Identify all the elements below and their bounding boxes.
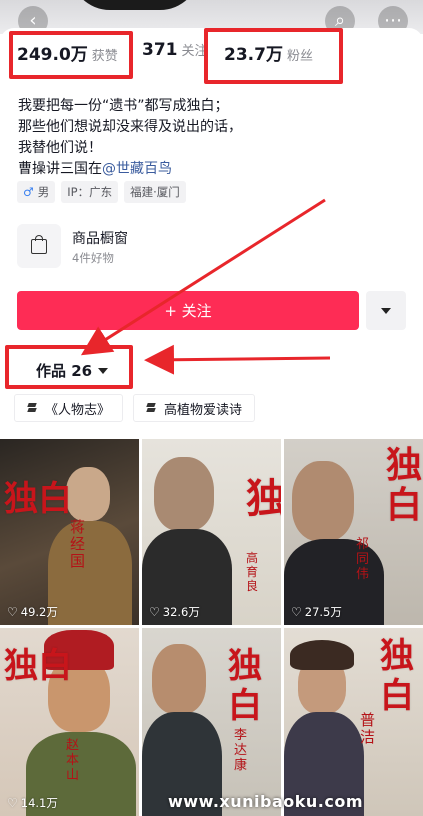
video-title-art: 独白 xyxy=(4,479,72,519)
follow-dropdown-button[interactable] xyxy=(366,291,406,330)
collection-chip[interactable]: 高植物爱读诗 xyxy=(133,394,256,422)
video-title-art: 独白 xyxy=(228,646,262,726)
works-highlight-box xyxy=(5,345,133,389)
bio-line-2: 那些他们想说却没来得及说出的话， xyxy=(18,119,242,135)
video-name-art: 祁同伟 xyxy=(356,537,370,582)
banner-image xyxy=(70,0,200,10)
chevron-down-icon xyxy=(381,307,391,314)
video-thumbnail[interactable]: 独白 祁同伟 ♡ 27.5万 xyxy=(284,439,423,625)
video-name-art: 李达康 xyxy=(234,728,248,773)
profile-tags: ♂ 男 IP：广东 福建·厦门 xyxy=(17,181,186,203)
video-title-art: 独白 xyxy=(386,444,423,526)
layers-icon xyxy=(27,402,39,414)
location-tag: 福建·厦门 xyxy=(124,181,186,203)
likes-highlight-box xyxy=(9,31,133,79)
heart-icon: ♡ xyxy=(291,605,302,619)
following-stat[interactable]: 371 关注 xyxy=(142,40,208,60)
video-thumbnail[interactable]: 独白 赵本山 ♡ 14.1万 xyxy=(0,628,139,816)
collection-label: 高植物爱读诗 xyxy=(164,402,243,418)
collection-label: 《人物志》 xyxy=(45,402,111,418)
ip-tag: IP：广东 xyxy=(61,181,119,203)
collections-row: 《人物志》 高植物爱读诗 xyxy=(14,394,256,422)
video-thumbnail[interactable]: 独白 普洁 xyxy=(284,628,423,816)
video-name-art: 高育良 xyxy=(246,551,259,593)
collection-chip[interactable]: 《人物志》 xyxy=(14,394,124,422)
watermark-text: www.xunibaoku.com xyxy=(168,792,363,811)
profile-bio: 我要把每一份“遗书”都写成独白； 那些他们想说却没来得及说出的话， 我替他们说！… xyxy=(18,96,408,180)
following-count: 371 xyxy=(142,40,178,60)
bio-line-4-text: 曹操讲三国在 xyxy=(18,161,102,177)
video-name-art: 普洁 xyxy=(360,711,376,746)
video-name-art: 赵本山 xyxy=(66,738,80,783)
video-title-art: 独 xyxy=(246,475,281,522)
play-count: ♡ 49.2万 xyxy=(7,605,58,619)
shopping-bag-icon xyxy=(17,224,61,268)
gender-label: 男 xyxy=(37,185,50,199)
video-title-art: 独白 xyxy=(4,646,72,686)
fans-highlight-box xyxy=(204,28,343,84)
video-title-art: 独白 xyxy=(380,636,414,716)
bio-line-3: 我替他们说！ xyxy=(18,140,102,156)
male-icon: ♂ xyxy=(23,185,34,199)
mention-link[interactable]: @世藏百鸟 xyxy=(102,161,172,177)
follow-button[interactable]: + 关注 xyxy=(17,291,359,330)
video-thumbnail[interactable]: 独 高育良 ♡ 32.6万 xyxy=(142,439,281,625)
gender-tag: ♂ 男 xyxy=(17,181,56,203)
heart-icon: ♡ xyxy=(7,796,18,810)
showcase-title: 商品橱窗 xyxy=(72,231,128,247)
video-thumbnail[interactable]: 独白 蒋经国 ♡ 49.2万 xyxy=(0,439,139,625)
bio-line-4: 曹操讲三国在@世藏百鸟 xyxy=(18,159,408,180)
bio-line-1: 我要把每一份“遗书”都写成独白； xyxy=(18,98,229,114)
layers-icon xyxy=(146,402,158,414)
heart-icon: ♡ xyxy=(149,605,160,619)
product-showcase[interactable]: 商品橱窗 4件好物 xyxy=(17,224,277,270)
showcase-subtitle: 4件好物 xyxy=(72,251,114,265)
video-thumbnail[interactable]: 独白 李达康 xyxy=(142,628,281,816)
play-count: ♡ 14.1万 xyxy=(7,796,58,810)
video-name-art: 蒋经国 xyxy=(70,518,86,570)
play-count: ♡ 27.5万 xyxy=(291,605,342,619)
play-count: ♡ 32.6万 xyxy=(149,605,200,619)
heart-icon: ♡ xyxy=(7,605,18,619)
